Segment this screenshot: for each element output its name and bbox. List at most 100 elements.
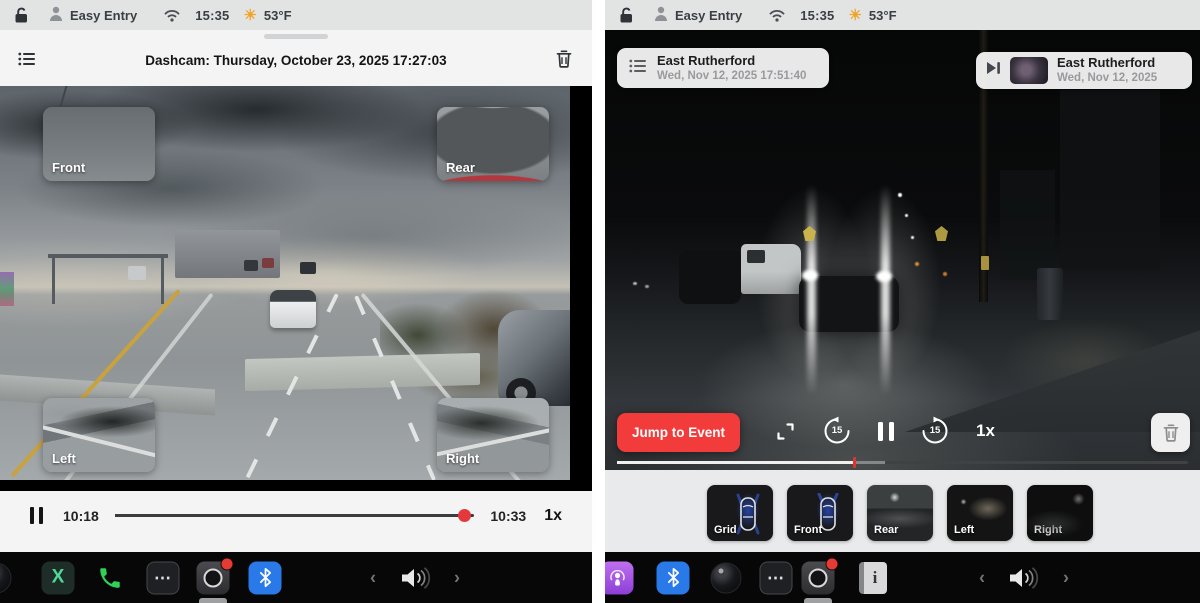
cabin-camera-icon[interactable] xyxy=(711,562,742,593)
open-app-indicator xyxy=(199,598,227,603)
camera-thumb-label: Rear xyxy=(446,160,475,175)
unlock-icon[interactable] xyxy=(619,7,634,23)
phone-icon[interactable] xyxy=(97,565,123,591)
camera-tab-rear[interactable]: Rear xyxy=(867,485,933,541)
media-next-chevron[interactable]: › xyxy=(454,567,460,588)
jump-to-event-button[interactable]: Jump to Event xyxy=(617,413,740,452)
trash-bin xyxy=(1037,268,1063,320)
car-ahead xyxy=(270,290,316,328)
total-time: 10:33 xyxy=(490,508,526,524)
more-apps-icon[interactable]: ⋯ xyxy=(760,561,793,594)
camera-tab-right[interactable]: Right xyxy=(1027,485,1093,541)
profile-name: Easy Entry xyxy=(70,8,137,23)
sun-icon: ☀ xyxy=(243,8,256,23)
trash-icon xyxy=(556,50,572,68)
more-apps-icon[interactable]: ⋯ xyxy=(147,561,180,594)
app-dock: ⋯ i ‹ › xyxy=(605,552,1200,603)
pause-button[interactable] xyxy=(878,422,894,441)
elapsed-time: 10:18 xyxy=(63,508,99,524)
media-prev-chevron[interactable]: ‹ xyxy=(979,567,985,588)
car-top-view-icon xyxy=(736,493,760,535)
headlight xyxy=(876,271,892,282)
pause-button[interactable] xyxy=(30,507,43,524)
parked-suv xyxy=(679,250,741,304)
notification-badge xyxy=(826,557,839,570)
wifi-icon[interactable] xyxy=(768,9,786,22)
camera-tab-front[interactable]: Front xyxy=(787,485,853,541)
playback-controls: 10:18 10:33 1x xyxy=(0,491,592,552)
camera-thumb-left[interactable]: Left xyxy=(43,398,155,472)
wifi-icon[interactable] xyxy=(163,9,181,22)
open-app-indicator xyxy=(804,598,832,603)
headlight xyxy=(802,270,818,281)
clock: 15:35 xyxy=(195,8,229,23)
camera-thumb-label: Right xyxy=(446,451,479,466)
owners-manual-icon[interactable]: i xyxy=(859,562,887,594)
list-icon xyxy=(629,59,646,78)
unlock-icon[interactable] xyxy=(14,7,29,23)
camera-tab-left[interactable]: Left xyxy=(947,485,1013,541)
playhead[interactable] xyxy=(458,509,471,522)
camera-selector-strip: Grid Front Rear Left Right xyxy=(605,470,1200,552)
volume-icon[interactable] xyxy=(1008,566,1040,590)
main-video-front-camera[interactable]: Front Rear Left Right xyxy=(0,86,592,491)
app-dock: X ⋯ ‹ › xyxy=(0,552,592,603)
camera-thumb-label: Front xyxy=(52,160,85,175)
event-marker[interactable] xyxy=(853,457,856,468)
overpass-structure xyxy=(175,230,280,278)
camera-thumb-right[interactable]: Right xyxy=(437,398,549,472)
dashcam-header: Dashcam: Thursday, October 23, 2025 17:2… xyxy=(0,30,592,86)
sound-barrier xyxy=(245,353,480,391)
camera-tab-grid[interactable]: Grid xyxy=(707,485,773,541)
notification-badge xyxy=(221,557,234,570)
seek-forward-15-button[interactable]: 15 xyxy=(920,416,950,446)
trash-icon xyxy=(1163,424,1179,442)
driver-profile[interactable]: Easy Entry xyxy=(49,6,137,24)
volume-icon[interactable] xyxy=(400,566,432,590)
parked-pickup-truck xyxy=(741,244,801,294)
bluetooth-icon[interactable] xyxy=(657,561,690,594)
sun-icon: ☀ xyxy=(848,8,861,23)
minimize-player-icon[interactable] xyxy=(775,421,796,442)
seek-back-15-button[interactable]: 15 xyxy=(822,416,852,446)
camera-thumb-rear[interactable]: Rear xyxy=(437,107,549,181)
bluetooth-icon[interactable] xyxy=(249,561,282,594)
playback-speed-button[interactable]: 1x xyxy=(976,421,995,441)
weather[interactable]: ☀ 53°F xyxy=(848,8,896,23)
dashcam-app-icon[interactable] xyxy=(197,561,230,594)
media-prev-chevron[interactable]: ‹ xyxy=(370,567,376,588)
delete-clip-button[interactable] xyxy=(1151,413,1190,452)
next-clip-pill[interactable]: East Rutherford Wed, Nov 12, 2025 xyxy=(976,52,1192,89)
cabin-camera-icon[interactable] xyxy=(0,562,12,593)
camera-thumb-label: Left xyxy=(52,451,76,466)
playback-speed-button[interactable]: 1x xyxy=(544,507,562,525)
main-video-night-clip[interactable]: East Rutherford Wed, Nov 12, 2025 17:51:… xyxy=(605,30,1200,470)
next-clip-date: Wed, Nov 12, 2025 xyxy=(1057,71,1157,85)
current-clip-pill[interactable]: East Rutherford Wed, Nov 12, 2025 17:51:… xyxy=(617,48,829,88)
dashcam-app-icon[interactable] xyxy=(802,561,835,594)
delete-clip-button[interactable] xyxy=(552,48,576,70)
person-icon xyxy=(654,6,668,24)
media-next-chevron[interactable]: › xyxy=(1063,567,1069,588)
next-clip-thumbnail xyxy=(1010,57,1048,84)
camera-thumb-front[interactable]: Front xyxy=(43,107,155,181)
driver-profile[interactable]: Easy Entry xyxy=(654,6,742,24)
next-clip-location: East Rutherford xyxy=(1057,55,1157,71)
podcasts-app-icon[interactable] xyxy=(605,561,634,594)
status-bar: Easy Entry 15:35 ☀ 53°F xyxy=(605,0,1200,30)
status-bar: Easy Entry 15:35 ☀ 53°F xyxy=(0,0,592,30)
dashcam-viewer-panel: Easy Entry 15:35 ☀ 53°F Dashcam: Thursda… xyxy=(0,0,592,603)
seek-bar[interactable] xyxy=(617,461,1188,464)
clip-datetime: Wed, Nov 12, 2025 17:51:40 xyxy=(657,69,806,83)
clip-location: East Rutherford xyxy=(657,53,806,69)
seek-bar[interactable] xyxy=(115,514,475,517)
x-app-icon[interactable]: X xyxy=(42,561,75,594)
clock: 15:35 xyxy=(800,8,834,23)
weather[interactable]: ☀ 53°F xyxy=(243,8,291,23)
dashcam-event-panel: Easy Entry 15:35 ☀ 53°F xyxy=(605,0,1200,603)
temperature: 53°F xyxy=(264,8,292,23)
profile-name: Easy Entry xyxy=(675,8,742,23)
clip-title: Dashcam: Thursday, October 23, 2025 17:2… xyxy=(0,30,592,86)
person-icon xyxy=(49,6,63,24)
skip-next-icon xyxy=(986,61,1001,80)
